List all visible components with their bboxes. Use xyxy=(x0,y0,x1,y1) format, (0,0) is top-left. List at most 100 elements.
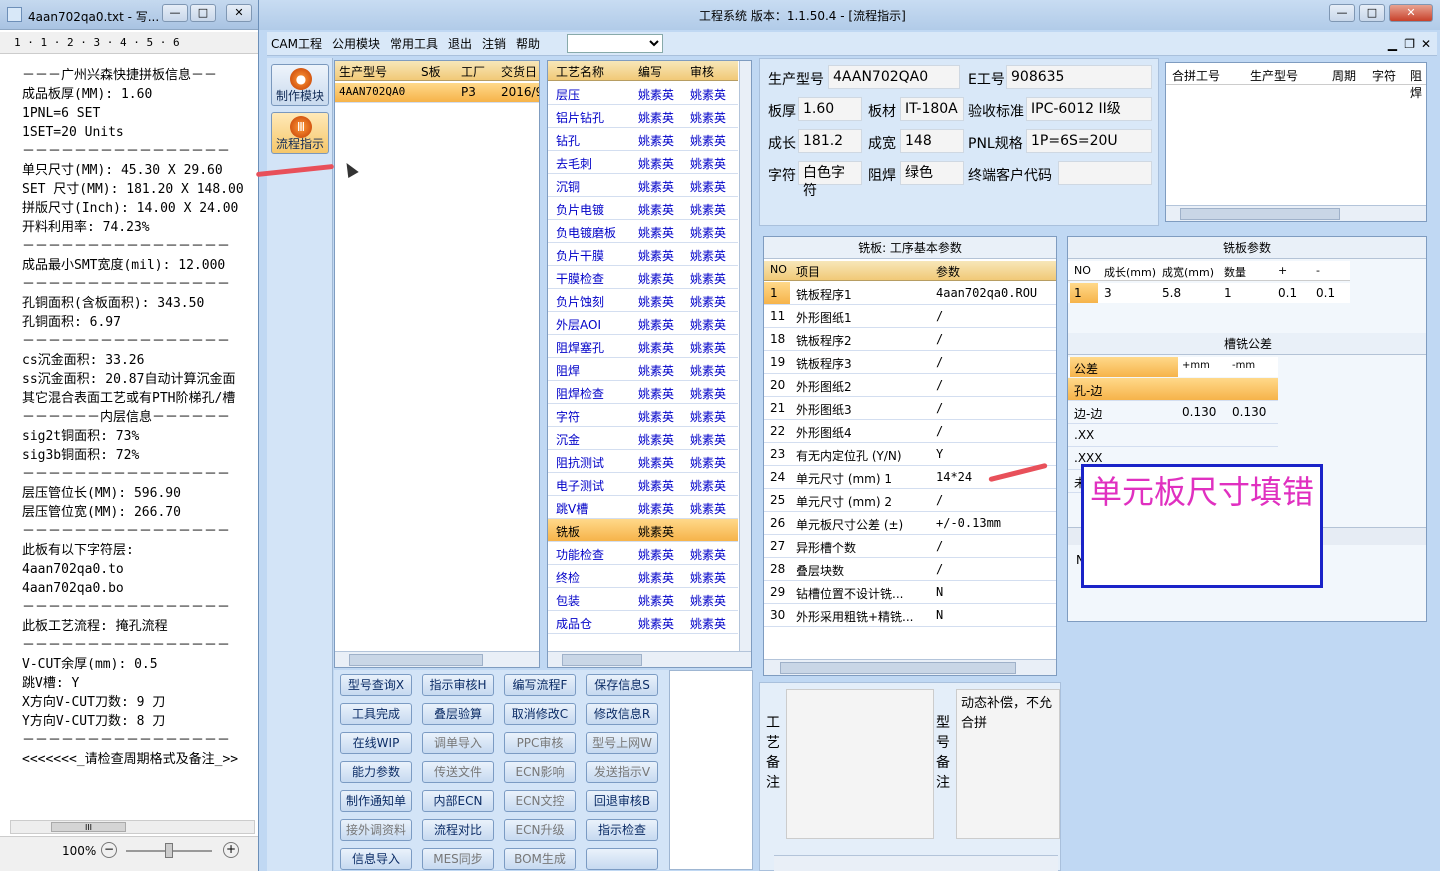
action-button[interactable]: 型号上网W xyxy=(586,732,658,754)
action-button[interactable]: 信息导入 xyxy=(340,848,412,870)
col-header[interactable]: 项目 xyxy=(796,263,820,280)
table-row[interactable]: 去毛刺 姚素英 姚素英 xyxy=(548,151,738,174)
table-row[interactable]: 29 钻槽位置不设计铣... N xyxy=(764,581,1056,604)
table-row[interactable]: 24 单元尺寸 (mm) 1 14*24 xyxy=(764,466,1056,489)
action-button[interactable]: 保存信息S xyxy=(586,674,658,696)
eno-field[interactable]: 908635 xyxy=(1006,65,1152,89)
table-row[interactable]: 负电镀磨板 姚素英 姚素英 xyxy=(548,220,738,243)
col-header[interactable]: 周期 xyxy=(1332,67,1356,84)
nav-production-module[interactable]: ● 制作模块 xyxy=(271,64,329,106)
col-header[interactable]: 字符 xyxy=(1372,67,1396,84)
merge-grid-hscroll[interactable] xyxy=(1166,205,1426,221)
process-grid-vscroll[interactable] xyxy=(739,61,751,651)
action-button[interactable]: PPC审核 xyxy=(504,732,576,754)
col-header[interactable]: +mm xyxy=(1182,360,1210,371)
minimize-button[interactable]: — xyxy=(162,4,188,22)
col-header[interactable]: 审核 xyxy=(690,63,714,80)
table-row[interactable]: 电子测试 姚素英 姚素英 xyxy=(548,473,738,496)
action-button[interactable]: 指示检查 xyxy=(586,819,658,841)
menu-item[interactable]: 帮助 xyxy=(516,32,540,56)
zoom-in-icon[interactable]: + xyxy=(223,842,239,858)
mdi-restore-icon[interactable]: ❐ xyxy=(1404,32,1415,56)
action-button[interactable]: 调单导入 xyxy=(422,732,494,754)
table-row[interactable]: 沉铜 姚素英 姚素英 xyxy=(548,174,738,197)
table-row[interactable]: 钻孔 姚素英 姚素英 xyxy=(548,128,738,151)
col-header[interactable]: NO xyxy=(1074,264,1091,277)
zoom-slider-thumb[interactable] xyxy=(165,843,173,858)
col-header[interactable]: 生产型号 xyxy=(1250,67,1298,84)
col-header[interactable]: 阻焊 xyxy=(1410,67,1426,101)
table-row[interactable]: 21 外形图纸3 / xyxy=(764,397,1056,420)
standard-field[interactable]: IPC-6012 II级 xyxy=(1026,97,1152,121)
action-button[interactable]: 制作通知单 xyxy=(340,790,412,812)
mdi-minimize-icon[interactable]: ▁ xyxy=(1388,32,1397,56)
col-header[interactable]: 工厂 xyxy=(461,63,485,80)
craft-remarks-field[interactable] xyxy=(786,689,934,839)
menu-item[interactable]: 常用工具 xyxy=(390,32,438,56)
material-field[interactable]: IT-180A xyxy=(900,97,964,121)
mdi-close-icon[interactable]: ✕ xyxy=(1421,32,1431,56)
mask-field[interactable]: 绿色 xyxy=(900,161,964,185)
col-header[interactable]: 公差 xyxy=(1070,357,1178,377)
table-row[interactable]: 边-边 0.130 0.130 xyxy=(1068,401,1278,424)
app-maximize-button[interactable]: □ xyxy=(1359,4,1385,22)
table-row[interactable]: 包装 姚素英 姚素英 xyxy=(548,588,738,611)
action-button[interactable]: 指示审核H xyxy=(422,674,494,696)
action-button[interactable]: 流程对比 xyxy=(422,819,494,841)
menu-item[interactable]: 注销 xyxy=(482,32,506,56)
table-row[interactable]: 干膜检查 姚素英 姚素英 xyxy=(548,266,738,289)
table-row[interactable]: 阻焊塞孔 姚素英 姚素英 xyxy=(548,335,738,358)
col-header[interactable]: - xyxy=(1316,264,1320,277)
notepad-horizontal-scrollbar[interactable]: III xyxy=(10,820,255,834)
table-row[interactable]: .XX xyxy=(1068,424,1278,447)
col-header[interactable]: 工艺名称 xyxy=(556,63,604,80)
action-button[interactable]: 接外调资料 xyxy=(340,819,412,841)
action-button[interactable]: 编写流程F xyxy=(504,674,576,696)
scroll-thumb[interactable] xyxy=(562,654,642,666)
app-titlebar[interactable]: 工程系统 版本：1.1.50.4 - [流程指示] — □ ✕ xyxy=(259,0,1440,30)
menu-item[interactable]: 退出 xyxy=(448,32,472,56)
action-button[interactable]: 能力参数 xyxy=(340,761,412,783)
model-remarks-field[interactable]: 动态补偿，不允合拼 xyxy=(956,689,1060,839)
pnl-field[interactable]: 1P=6S=20U xyxy=(1026,129,1152,153)
table-row[interactable]: 铣板 姚素英 xyxy=(548,519,738,542)
table-row[interactable]: 终检 姚素英 姚素英 xyxy=(548,565,738,588)
action-button[interactable]: 传送文件 xyxy=(422,761,494,783)
table-row[interactable]: 负片干膜 姚素英 姚素英 xyxy=(548,243,738,266)
close-button[interactable]: ✕ xyxy=(226,4,252,22)
width-field[interactable]: 148 xyxy=(900,129,964,153)
notepad-titlebar[interactable]: 4aan702qa0.txt - 写... — □ ✕ xyxy=(0,0,262,30)
action-button[interactable]: 叠层验算 xyxy=(422,703,494,725)
table-row[interactable]: 4AAN702QA0 P3 2016/9 xyxy=(335,83,539,103)
action-button[interactable]: 型号查询X xyxy=(340,674,412,696)
table-row[interactable]: 字符 姚素英 姚素英 xyxy=(548,404,738,427)
table-row[interactable]: 28 叠层块数 / xyxy=(764,558,1056,581)
length-field[interactable]: 181.2 xyxy=(798,129,862,153)
action-button[interactable]: BOM生成 xyxy=(504,848,576,870)
customer-field[interactable] xyxy=(1058,161,1152,185)
maximize-button[interactable]: □ xyxy=(190,4,216,22)
char-field[interactable]: 白色字符 xyxy=(798,161,862,199)
nav-flow-instruction[interactable]: Ⅲ 流程指示 xyxy=(271,112,329,154)
action-button[interactable]: 修改信息R xyxy=(586,703,658,725)
col-header[interactable]: 数量 xyxy=(1224,264,1246,280)
table-row[interactable]: 孔-边 xyxy=(1068,378,1278,401)
app-minimize-button[interactable]: — xyxy=(1329,4,1355,22)
notepad-text[interactable]: －－－广州兴森快捷拼板信息－－ 成品板厚(MM): 1.60 1PNL=6 SET 1… xyxy=(22,66,262,796)
process-grid-hscroll[interactable] xyxy=(548,651,751,667)
col-header[interactable]: 参数 xyxy=(936,263,960,280)
action-button[interactable]: ECN文控 xyxy=(504,790,576,812)
table-row[interactable]: 23 有无内定位孔 (Y/N) Y xyxy=(764,443,1056,466)
action-button[interactable]: 在线WIP xyxy=(340,732,412,754)
table-row[interactable]: 阻焊检查 姚素英 姚素英 xyxy=(548,381,738,404)
scroll-thumb[interactable] xyxy=(349,654,483,666)
table-row[interactable]: 27 异形槽个数 / xyxy=(764,535,1056,558)
model-grid-hscroll[interactable] xyxy=(335,651,539,667)
scroll-thumb[interactable]: III xyxy=(51,822,126,832)
col-header[interactable]: NO xyxy=(770,263,787,276)
table-row[interactable]: 26 单元板尺寸公差 (±) +/-0.13mm xyxy=(764,512,1056,535)
table-row[interactable]: 功能检查 姚素英 姚素英 xyxy=(548,542,738,565)
col-header[interactable]: S板 xyxy=(421,63,441,80)
table-row[interactable]: 负片电镀 姚素英 姚素英 xyxy=(548,197,738,220)
table-row[interactable]: 沉金 姚素英 姚素英 xyxy=(548,427,738,450)
